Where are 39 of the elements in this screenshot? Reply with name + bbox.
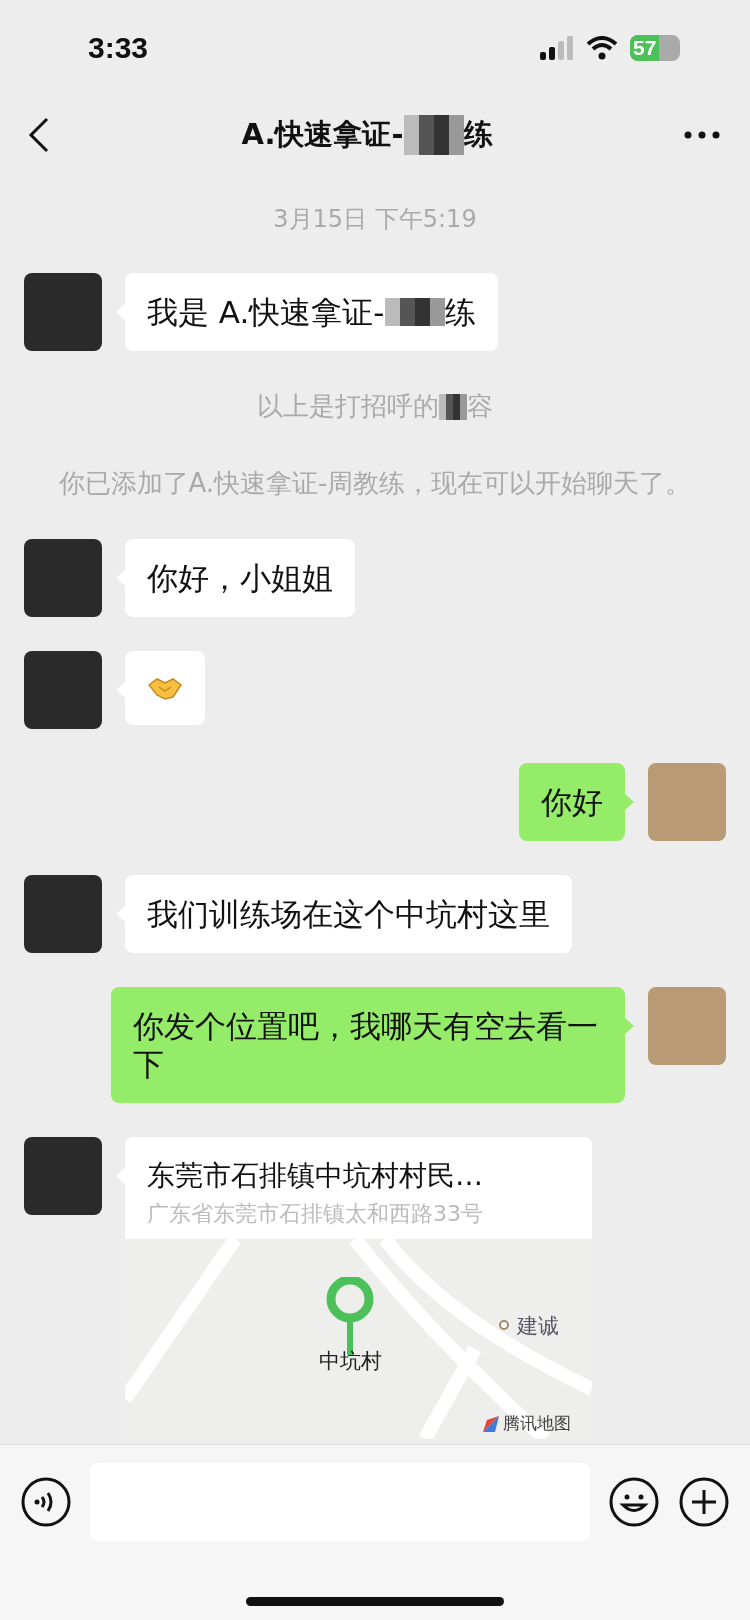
- avatar-placeholder[interactable]: [648, 987, 726, 1065]
- chat-title: A.快速拿证-: [241, 116, 404, 153]
- avatar-placeholder[interactable]: [24, 273, 102, 351]
- voice-icon[interactable]: [20, 1476, 72, 1528]
- message-bubble: 我们训练场在这个中坑村这里: [125, 875, 572, 953]
- system-text: 以上是打招呼的: [257, 390, 439, 423]
- avatar-placeholder[interactable]: [24, 539, 102, 617]
- system-text: 容: [467, 390, 493, 423]
- message-bubble: 你好，小姐姐: [125, 539, 355, 617]
- emoji-icon[interactable]: [608, 1476, 660, 1528]
- location-address: 广东省东莞市石排镇太和西路33号: [147, 1200, 484, 1228]
- message-text: 我是 A.快速拿证-: [147, 293, 385, 331]
- pixelated-patch: [439, 393, 467, 420]
- battery-icon: 57: [630, 34, 680, 61]
- add-icon[interactable]: [678, 1476, 730, 1528]
- back-icon[interactable]: [28, 117, 50, 153]
- more-icon[interactable]: [684, 131, 720, 139]
- avatar-placeholder[interactable]: [648, 763, 726, 841]
- map-provider: 腾讯地图: [503, 1412, 571, 1435]
- map-logo-icon: [481, 1414, 501, 1434]
- place-dot-icon: [498, 1319, 510, 1331]
- wifi-icon: [586, 35, 618, 60]
- map-label: 建诚: [517, 1313, 559, 1340]
- system-message: 你已添加了A.快速拿证-周教练，现在可以开始聊天了。: [58, 467, 692, 500]
- pixelated-patch: [384, 298, 445, 326]
- avatar-placeholder[interactable]: [24, 651, 102, 729]
- avatar-placeholder[interactable]: [24, 875, 102, 953]
- timestamp: 3月15日 下午5:19: [273, 204, 477, 235]
- location-title: 东莞市石排镇中坑村村民…: [147, 1158, 484, 1194]
- location-card[interactable]: 东莞市石排镇中坑村村民… 广东省东莞市石排镇太和西路33号 中坑村 建诚 腾讯地图: [125, 1137, 592, 1439]
- chat-title: 练: [463, 116, 493, 153]
- message-text: 练: [444, 293, 476, 331]
- signal-icon: [540, 35, 574, 60]
- message-bubble: 你好: [519, 763, 625, 841]
- map-label: 中坑村: [319, 1348, 382, 1375]
- status-time: 3:33: [88, 30, 149, 65]
- avatar-placeholder[interactable]: [24, 1137, 102, 1215]
- pixelated-patch: [403, 115, 464, 155]
- message-bubble: 你发个位置吧，我哪天有空去看一下: [111, 987, 625, 1103]
